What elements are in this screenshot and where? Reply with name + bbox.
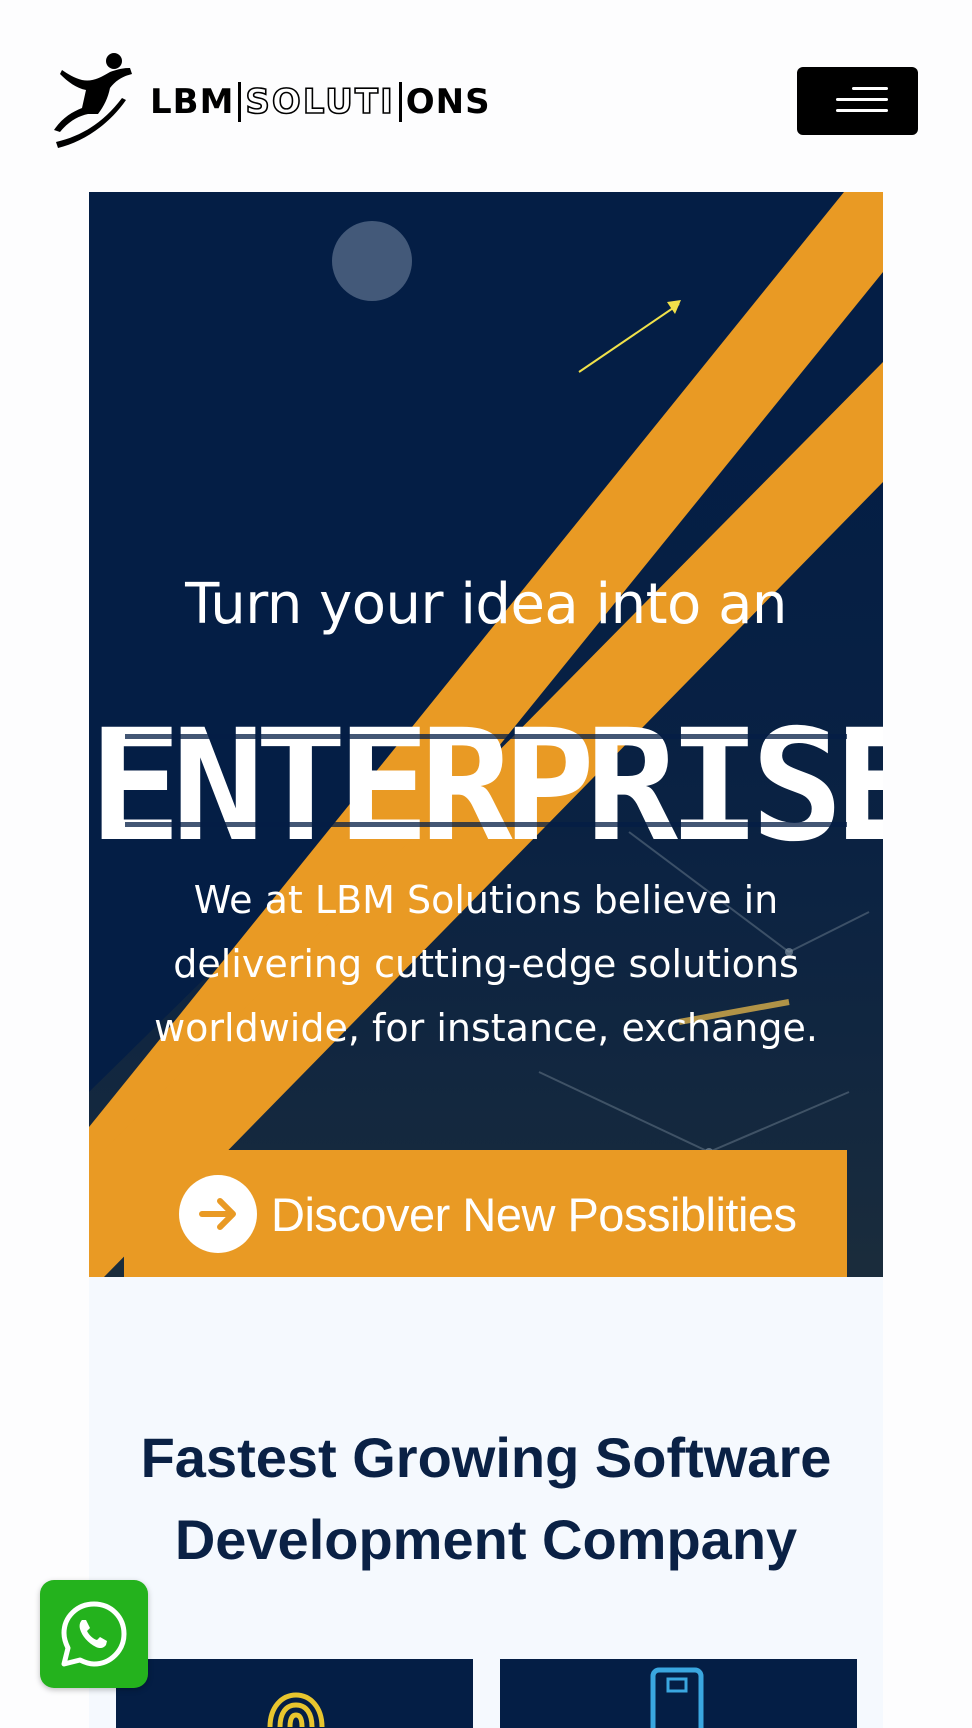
hero-description-line: delivering cutting-edge solutions [173, 942, 799, 986]
hero-description: We at LBM Solutions believe in deliverin… [119, 868, 853, 1060]
logo-wordmark: LBM SOLUTI ONS [150, 81, 491, 123]
logo-part-lbm: LBM [150, 82, 235, 122]
logo-part-soluti: SOLUTI [245, 81, 395, 123]
hamburger-line [836, 98, 888, 101]
logo-divider [238, 82, 242, 122]
mobile-device-icon [650, 1667, 704, 1728]
service-card[interactable] [500, 1659, 857, 1728]
whatsapp-chat-button[interactable] [40, 1580, 148, 1688]
service-card[interactable] [116, 1659, 473, 1728]
hamburger-menu-button[interactable] [797, 67, 918, 135]
whatsapp-icon [61, 1601, 127, 1667]
section-heading-line: Fastest Growing Software [140, 1426, 832, 1489]
hero-enterprise-word: ENTERPRISE [89, 697, 883, 876]
intro-section: Fastest Growing Software Development Com… [89, 1277, 883, 1728]
discover-possibilities-button[interactable]: Discover New Possiblities [124, 1150, 847, 1277]
arrow-right-icon [179, 1175, 257, 1253]
section-heading-line: Development Company [174, 1508, 798, 1571]
hero-banner: Turn your idea into an ENTERPRISE We at … [89, 192, 883, 1277]
hamburger-icon [852, 87, 888, 90]
hero-description-line: worldwide, for instance, exchange. [154, 1006, 818, 1050]
hamburger-line [836, 109, 888, 112]
page: LBM SOLUTI ONS Turn your idea into an EN… [0, 0, 972, 1728]
hero-title: Turn your idea into an [185, 572, 787, 637]
jumping-person-logo-icon [54, 53, 132, 148]
lbm-logo[interactable]: LBM SOLUTI ONS [52, 52, 491, 152]
site-header: LBM SOLUTI ONS [0, 0, 972, 190]
section-heading: Fastest Growing Software Development Com… [89, 1417, 883, 1581]
cta-label: Discover New Possiblities [271, 1187, 797, 1241]
logo-part-ons: ONS [405, 82, 491, 122]
fingerprint-icon [267, 1692, 325, 1727]
hero-description-line: We at LBM Solutions believe in [193, 878, 779, 922]
logo-divider [398, 82, 402, 122]
